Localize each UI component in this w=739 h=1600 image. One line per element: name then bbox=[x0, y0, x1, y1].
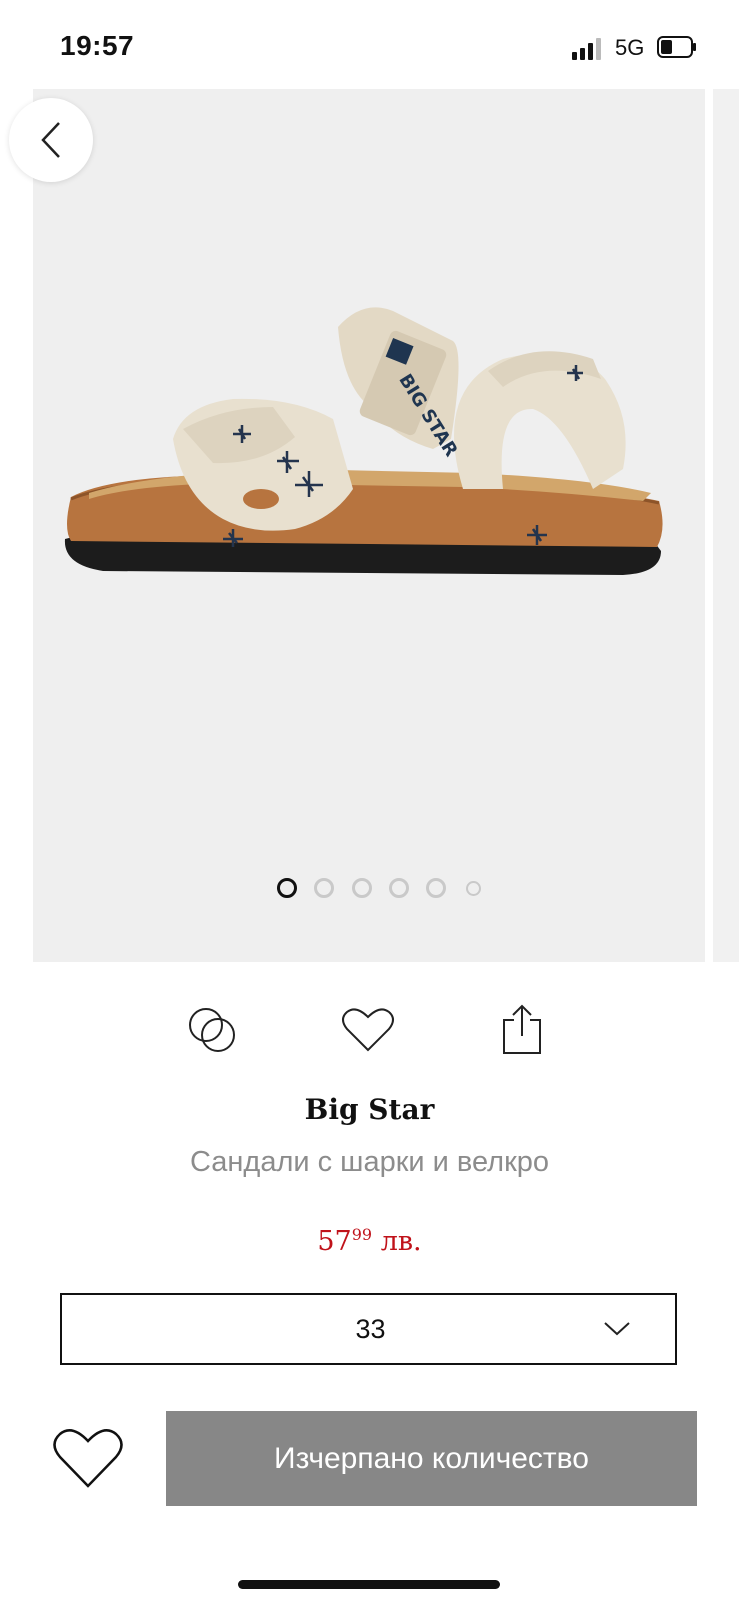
share-icon bbox=[503, 1004, 541, 1054]
size-select-value: 33 bbox=[355, 1314, 386, 1344]
price-currency: лв. bbox=[380, 1226, 422, 1257]
signal-icon bbox=[572, 38, 601, 60]
wishlist-button[interactable] bbox=[333, 995, 403, 1065]
chevron-left-icon bbox=[41, 122, 60, 158]
pagination-dot[interactable] bbox=[352, 878, 372, 898]
price-cents: 99 bbox=[351, 1225, 373, 1244]
pagination-dot[interactable] bbox=[466, 881, 481, 896]
chevron-down-icon bbox=[604, 1322, 630, 1336]
back-button[interactable] bbox=[9, 98, 93, 182]
heart-icon bbox=[53, 1429, 123, 1488]
pagination-dot[interactable] bbox=[277, 878, 297, 898]
pagination-dot[interactable] bbox=[389, 878, 409, 898]
product-title: Сандали с шарки и велкро bbox=[189, 1146, 550, 1178]
compare-button[interactable] bbox=[178, 995, 248, 1065]
pagination-dot[interactable] bbox=[314, 878, 334, 898]
product-gallery[interactable]: BIG STAR bbox=[33, 89, 705, 962]
product-price: 5799 лв. bbox=[0, 1225, 739, 1257]
status-time: 19:57 bbox=[60, 30, 135, 61]
sandal-photo: BIG STAR bbox=[64, 307, 663, 575]
out-of-stock-button[interactable]: Изчерпано количество bbox=[166, 1411, 697, 1506]
battery-icon bbox=[657, 36, 696, 58]
compare-icon bbox=[189, 1008, 235, 1052]
product-brand[interactable]: Big Star bbox=[0, 1093, 739, 1126]
product-actions bbox=[0, 995, 739, 1065]
heart-icon bbox=[342, 1008, 394, 1052]
gallery-pagination bbox=[0, 878, 739, 908]
bottom-wishlist-button[interactable] bbox=[50, 1420, 126, 1496]
status-bar: 19:57 5G bbox=[0, 0, 739, 90]
next-image-peek[interactable] bbox=[713, 89, 739, 962]
network-label: 5G bbox=[615, 35, 645, 60]
home-indicator[interactable] bbox=[238, 1580, 500, 1589]
pagination-dot[interactable] bbox=[426, 878, 446, 898]
share-button[interactable] bbox=[487, 995, 557, 1065]
price-main: 57 bbox=[317, 1226, 352, 1257]
size-select[interactable]: 33 bbox=[60, 1293, 677, 1365]
